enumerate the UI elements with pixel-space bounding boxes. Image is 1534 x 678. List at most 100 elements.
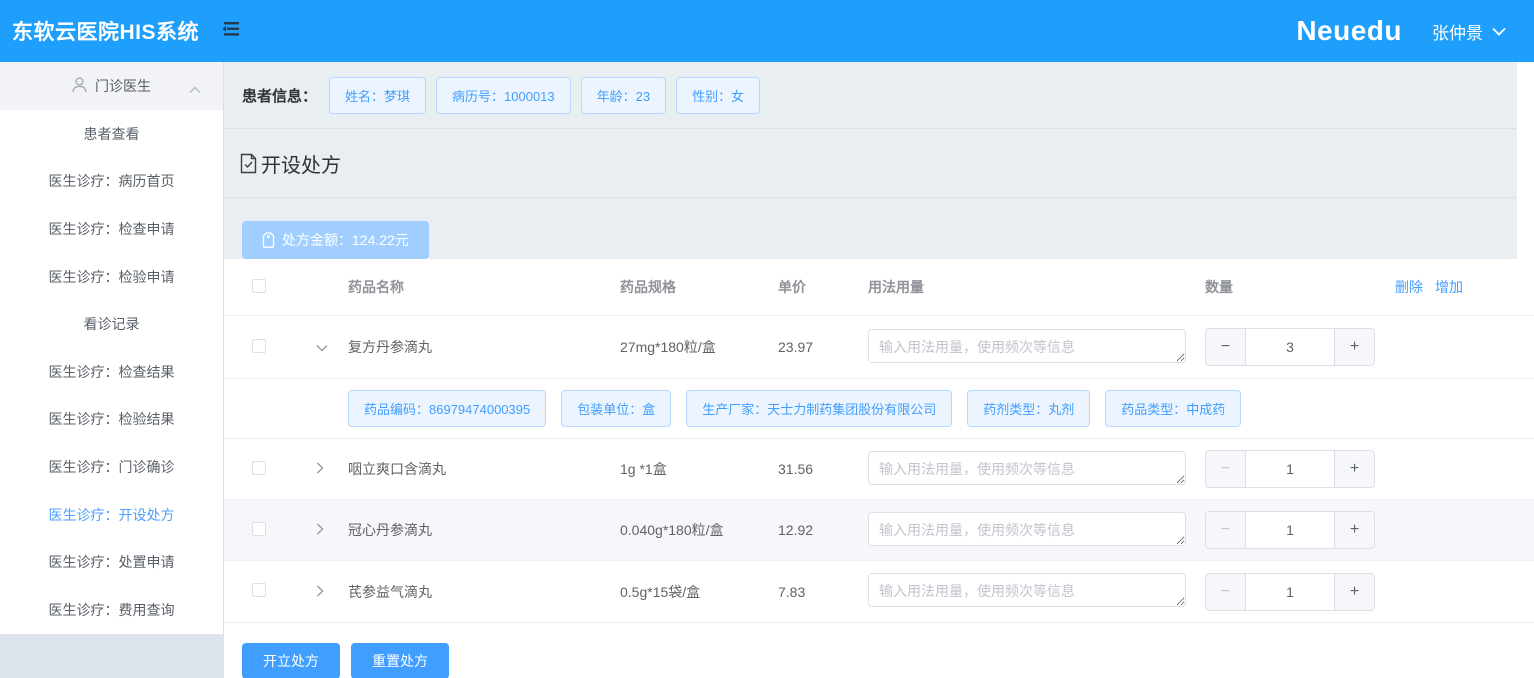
his-app: 东软云医院HIS系统 Neuedu 张仲景 门诊医生 患者查看 医生诊疗：病历首…: [0, 0, 1534, 678]
increase-button[interactable]: +: [1334, 512, 1374, 548]
expand-arrow[interactable]: [304, 522, 348, 538]
patient-gender-badge: 性别：女: [676, 76, 761, 114]
scrollbar-track[interactable]: [1517, 62, 1534, 259]
drug-type-badge: 药品类型：中成药: [1105, 390, 1242, 427]
drug-spec: 27mg*180粒/盒: [620, 339, 716, 355]
drug-table: 药品名称 药品规格 单价 用法用量 数量 删除 增加 复方丹参滴丸 27mg*1…: [224, 259, 1534, 623]
quantity-value[interactable]: 1: [1246, 451, 1334, 487]
quantity-stepper: − 1 +: [1205, 511, 1375, 549]
expand-arrow[interactable]: [304, 584, 348, 600]
increase-button[interactable]: +: [1334, 451, 1374, 487]
select-all-checkbox[interactable]: [252, 278, 266, 293]
footer-actions: 开立处方 重置处方: [224, 623, 1534, 678]
sidebar-item-disposal-request[interactable]: 医生诊疗：处置申请: [0, 538, 223, 586]
patient-age-badge: 年龄：23: [580, 76, 667, 114]
sidebar-item-fee-inquiry[interactable]: 医生诊疗：费用查询: [0, 586, 223, 634]
sidebar-item-lab-request[interactable]: 医生诊疗：检验申请: [0, 253, 223, 301]
brand-logo: Neuedu: [1296, 15, 1402, 46]
decrease-button[interactable]: −: [1206, 573, 1246, 610]
amount-band: 处方金额：124.22元: [224, 198, 1534, 259]
chevron-down-icon: [316, 339, 328, 355]
topbar-right: Neuedu 张仲景: [1296, 15, 1534, 47]
table-row: 咽立爽口含滴丸 1g *1盒 31.56 − 1 +: [224, 439, 1534, 500]
sidebar-item-exam-results[interactable]: 医生诊疗：检查结果: [0, 348, 223, 396]
sidebar-group-outpatient-doctor[interactable]: 门诊医生: [0, 62, 223, 110]
row-checkbox[interactable]: [252, 583, 266, 597]
chevron-right-icon: [316, 461, 324, 477]
prescription-amount-text: 处方金额：124.22元: [282, 232, 409, 248]
drug-name: 芪参益气滴丸: [348, 583, 432, 600]
col-usage: 用法用量: [868, 279, 924, 295]
sidebar: 门诊医生 患者查看 医生诊疗：病历首页 医生诊疗：检查申请 医生诊疗：检验申请 …: [0, 62, 224, 678]
create-prescription-button[interactable]: 开立处方: [242, 643, 340, 678]
add-link[interactable]: 增加: [1435, 277, 1463, 297]
expand-arrow[interactable]: [304, 339, 348, 355]
prescription-amount-button: 处方金额：124.22元: [242, 221, 429, 259]
usage-input[interactable]: [868, 450, 1186, 485]
row-checkbox[interactable]: [252, 521, 266, 536]
usage-input[interactable]: [868, 573, 1186, 607]
expand-arrow[interactable]: [304, 461, 348, 477]
usage-input[interactable]: [868, 328, 1186, 363]
sidebar-item-exam-request[interactable]: 医生诊疗：检查申请: [0, 205, 223, 253]
sidebar-group-label: 门诊医生: [95, 78, 151, 94]
sidebar-item-visit-records[interactable]: 看诊记录: [0, 300, 223, 348]
drug-spec: 0.5g*15袋/盒: [620, 583, 701, 600]
reset-prescription-button[interactable]: 重置处方: [351, 643, 449, 678]
main-content: 患者信息： 姓名：梦琪 病历号：1000013 年龄：23 性别：女 开设处方: [224, 62, 1534, 678]
drug-price: 23.97: [778, 339, 814, 355]
sidebar-item-create-prescription[interactable]: 医生诊疗：开设处方: [0, 491, 223, 539]
col-drug-spec: 药品规格: [620, 279, 676, 295]
col-drug-name: 药品名称: [348, 279, 404, 295]
drug-code-badge: 药品编码：86979474000395: [348, 390, 547, 427]
document-icon: [239, 153, 258, 174]
chevron-down-icon: [1492, 21, 1506, 41]
chevron-right-icon: [316, 522, 324, 538]
quantity-value[interactable]: 1: [1246, 574, 1334, 610]
patient-info-bar: 患者信息： 姓名：梦琪 病历号：1000013 年龄：23 性别：女: [224, 62, 1534, 129]
row-checkbox[interactable]: [252, 460, 266, 475]
row-checkbox[interactable]: [252, 338, 266, 353]
decrease-button[interactable]: −: [1206, 512, 1246, 548]
user-name: 张仲景: [1432, 23, 1483, 43]
user-menu[interactable]: 张仲景: [1432, 19, 1506, 44]
col-unit-price: 单价: [778, 279, 806, 295]
quantity-stepper: − 1 +: [1205, 450, 1375, 488]
patient-record-no-badge: 病历号：1000013: [436, 76, 571, 114]
sidebar-collapse-button[interactable]: [221, 20, 241, 43]
dosage-form-badge: 药剂类型：丸剂: [967, 390, 1091, 427]
menu-fold-icon: [221, 20, 241, 43]
top-bar: 东软云医院HIS系统 Neuedu 张仲景: [0, 0, 1534, 62]
quantity-value[interactable]: 3: [1246, 329, 1334, 365]
table-row: 芪参益气滴丸 0.5g*15袋/盒 7.83 − 1 +: [224, 561, 1534, 623]
increase-button[interactable]: +: [1334, 329, 1374, 365]
chevron-right-icon: [316, 584, 324, 600]
patient-info-label: 患者信息：: [242, 87, 318, 105]
chevron-up-icon: [189, 81, 201, 97]
sidebar-item-patient-view[interactable]: 患者查看: [0, 110, 223, 158]
price-tag-icon: [262, 232, 275, 248]
sidebar-item-medical-record-home[interactable]: 医生诊疗：病历首页: [0, 158, 223, 206]
quantity-value[interactable]: 1: [1246, 512, 1334, 548]
quantity-stepper: − 3 +: [1205, 328, 1375, 366]
body: 门诊医生 患者查看 医生诊疗：病历首页 医生诊疗：检查申请 医生诊疗：检验申请 …: [0, 62, 1534, 678]
col-quantity: 数量: [1205, 279, 1233, 295]
increase-button[interactable]: +: [1334, 573, 1374, 610]
table-row: 冠心丹参滴丸 0.040g*180粒/盒 12.92 − 1 +: [224, 500, 1534, 561]
user-icon: [72, 76, 87, 96]
sidebar-item-lab-results[interactable]: 医生诊疗：检验结果: [0, 396, 223, 444]
decrease-button[interactable]: −: [1206, 451, 1246, 487]
sidebar-bottom-filler: [0, 633, 223, 678]
decrease-button[interactable]: −: [1206, 329, 1246, 365]
sidebar-item-outpatient-diagnosis[interactable]: 医生诊疗：门诊确诊: [0, 443, 223, 491]
drug-price: 12.92: [778, 522, 814, 538]
usage-input[interactable]: [868, 511, 1186, 546]
drug-price: 31.56: [778, 461, 814, 477]
section-header: 开设处方: [224, 129, 1534, 198]
section-title: 开设处方: [261, 154, 341, 177]
drug-detail-row: 药品编码：86979474000395 包装单位：盒 生产厂家：天士力制药集团股…: [224, 379, 1534, 439]
drug-name: 咽立爽口含滴丸: [348, 461, 446, 477]
delete-link[interactable]: 删除: [1395, 277, 1423, 297]
table-header-row: 药品名称 药品规格 单价 用法用量 数量 删除 增加: [224, 259, 1534, 316]
drug-name: 复方丹参滴丸: [348, 339, 432, 355]
